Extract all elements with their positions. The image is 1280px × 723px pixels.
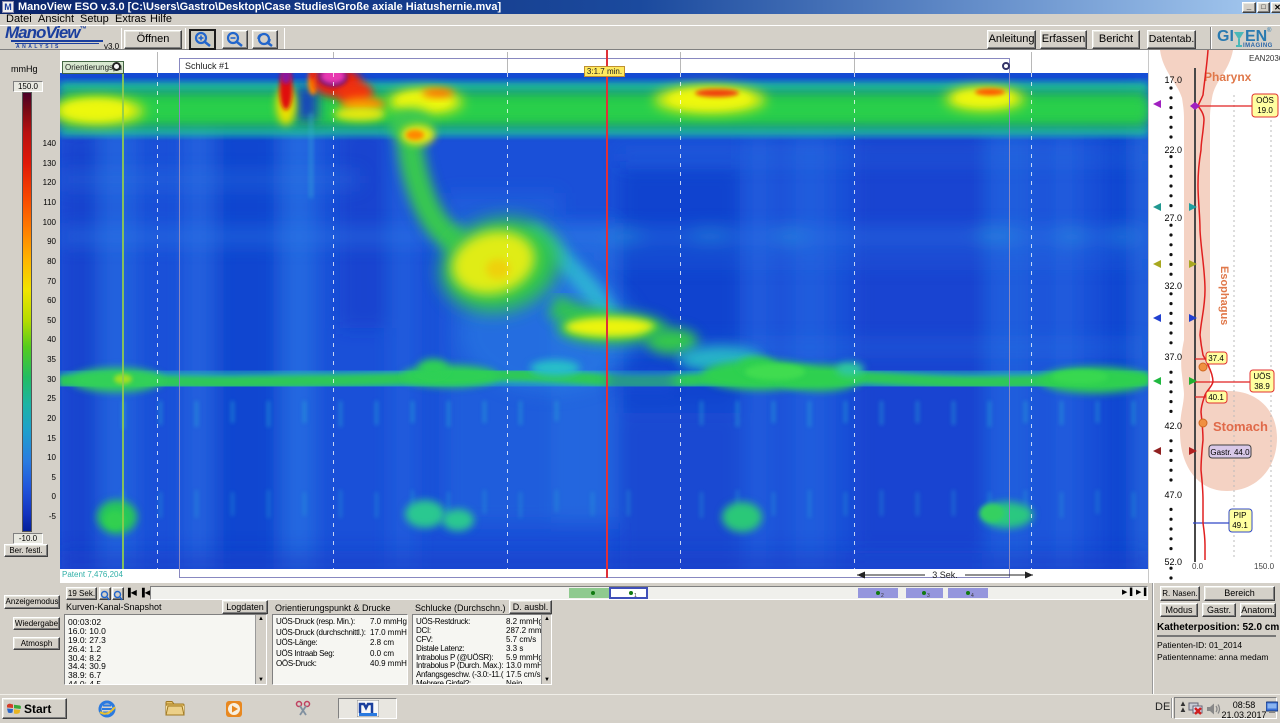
svg-text:42.0: 42.0 — [1164, 421, 1182, 431]
svg-text:37.0: 37.0 — [1164, 352, 1182, 362]
svg-text:47.0: 47.0 — [1164, 490, 1182, 500]
svg-text:32.0: 32.0 — [1164, 281, 1182, 291]
svg-text:150.0: 150.0 — [1254, 562, 1275, 571]
svg-text:22.0: 22.0 — [1164, 145, 1182, 155]
svg-text:OÖS: OÖS — [1256, 96, 1274, 105]
svg-text:49.1: 49.1 — [1232, 521, 1248, 530]
svg-text:40.1: 40.1 — [1208, 393, 1224, 402]
svg-text:3 Sek.: 3 Sek. — [932, 570, 958, 580]
svg-text:52.0: 52.0 — [1164, 557, 1182, 567]
svg-text:19.0: 19.0 — [1257, 106, 1273, 115]
svg-text:17.0: 17.0 — [1164, 75, 1182, 85]
svg-text:37.4: 37.4 — [1208, 354, 1224, 363]
svg-text:PIP: PIP — [1234, 511, 1247, 520]
svg-text:Esophagus: Esophagus — [1218, 266, 1230, 325]
svg-text:UÖS: UÖS — [1253, 372, 1270, 381]
svg-text:Stomach: Stomach — [1213, 419, 1268, 434]
svg-text:38.9: 38.9 — [1254, 382, 1270, 391]
svg-text:EAN2036: EAN2036 — [1249, 54, 1280, 63]
svg-text:0.0: 0.0 — [1192, 562, 1204, 571]
svg-text:Pharynx: Pharynx — [1204, 70, 1252, 84]
svg-text:Gastr. 44.0: Gastr. 44.0 — [1210, 448, 1250, 457]
svg-text:27.0: 27.0 — [1164, 213, 1182, 223]
